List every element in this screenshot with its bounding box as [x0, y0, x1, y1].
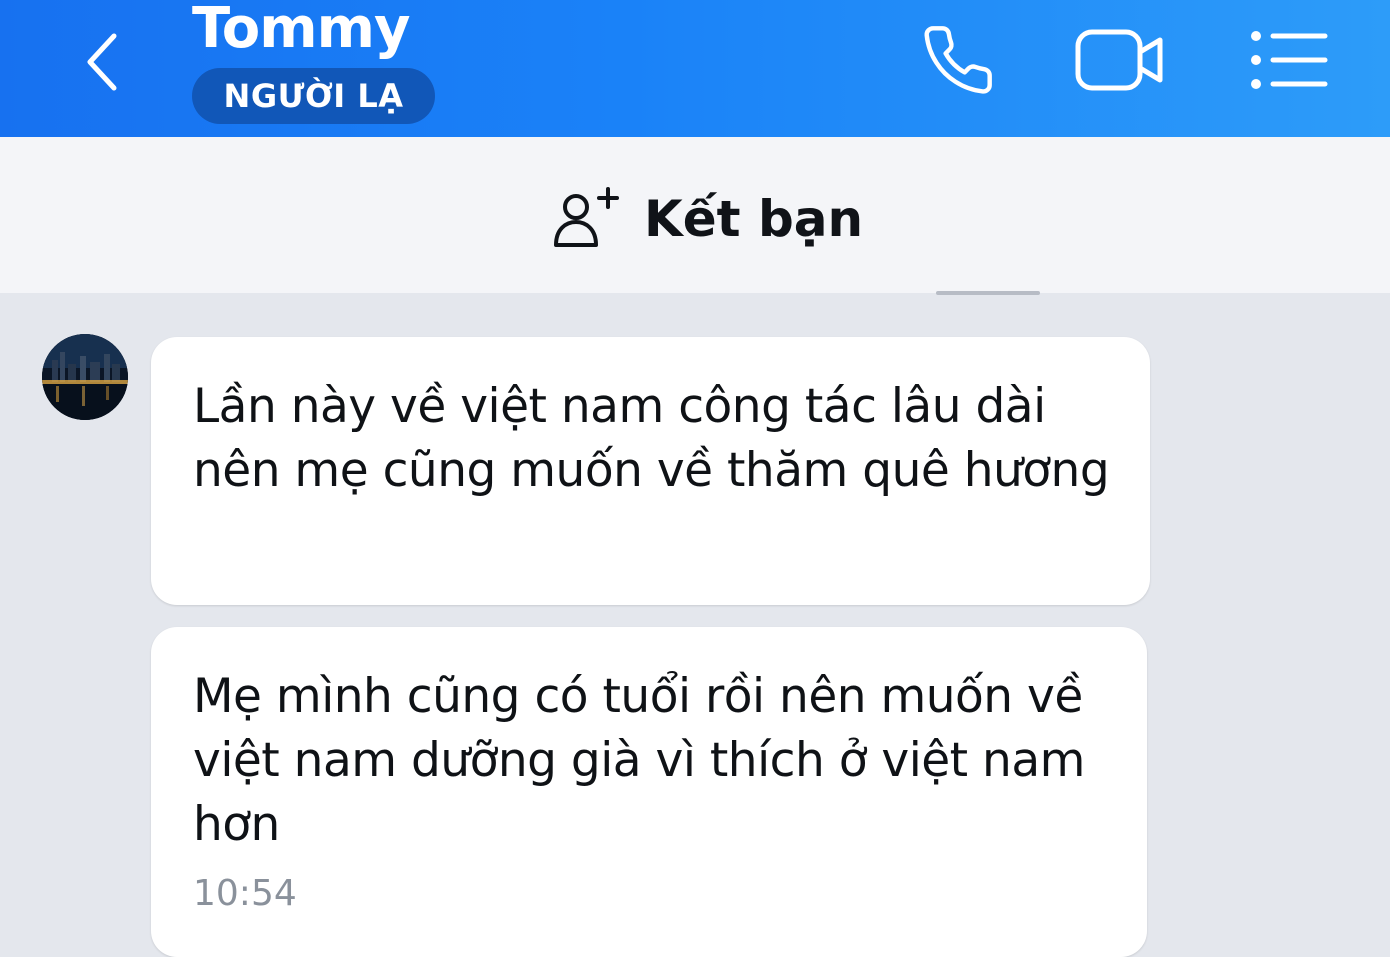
menu-list-icon	[1251, 31, 1328, 89]
message-text: Lần này về việt nam công tác lâu dài nên…	[193, 379, 1110, 498]
chat-options-button[interactable]	[1240, 20, 1336, 100]
message-timestamp: 10:54	[193, 873, 297, 914]
video-call-button[interactable]	[1072, 20, 1168, 100]
stranger-badge-label: NGƯỜI LẠ	[223, 77, 404, 115]
back-button[interactable]	[62, 22, 142, 102]
add-user-icon	[554, 187, 619, 247]
phone-icon	[924, 26, 992, 94]
add-friend-button[interactable]: Kết bạn	[550, 177, 863, 261]
contact-name[interactable]: Tommy	[192, 0, 410, 64]
add-friend-label: Kết bạn	[644, 190, 864, 248]
city-night-avatar-image	[42, 334, 128, 420]
add-friend-bar: Kết bạn	[0, 137, 1390, 293]
message-bubble[interactable]: Lần này về việt nam công tác lâu dài nên…	[151, 337, 1150, 605]
avatar[interactable]	[42, 334, 128, 420]
voice-call-button[interactable]	[910, 20, 1006, 100]
scroll-indicator	[936, 291, 1040, 295]
message-text: Mẹ mình cũng có tuổi rồi nên muốn về việ…	[193, 669, 1085, 852]
message-bubble[interactable]: Mẹ mình cũng có tuổi rồi nên muốn về việ…	[151, 627, 1147, 957]
video-call-icon	[1075, 29, 1163, 91]
chat-header: Tommy NGƯỜI LẠ	[0, 0, 1390, 137]
stranger-badge: NGƯỜI LẠ	[192, 68, 435, 124]
back-icon	[87, 33, 117, 91]
